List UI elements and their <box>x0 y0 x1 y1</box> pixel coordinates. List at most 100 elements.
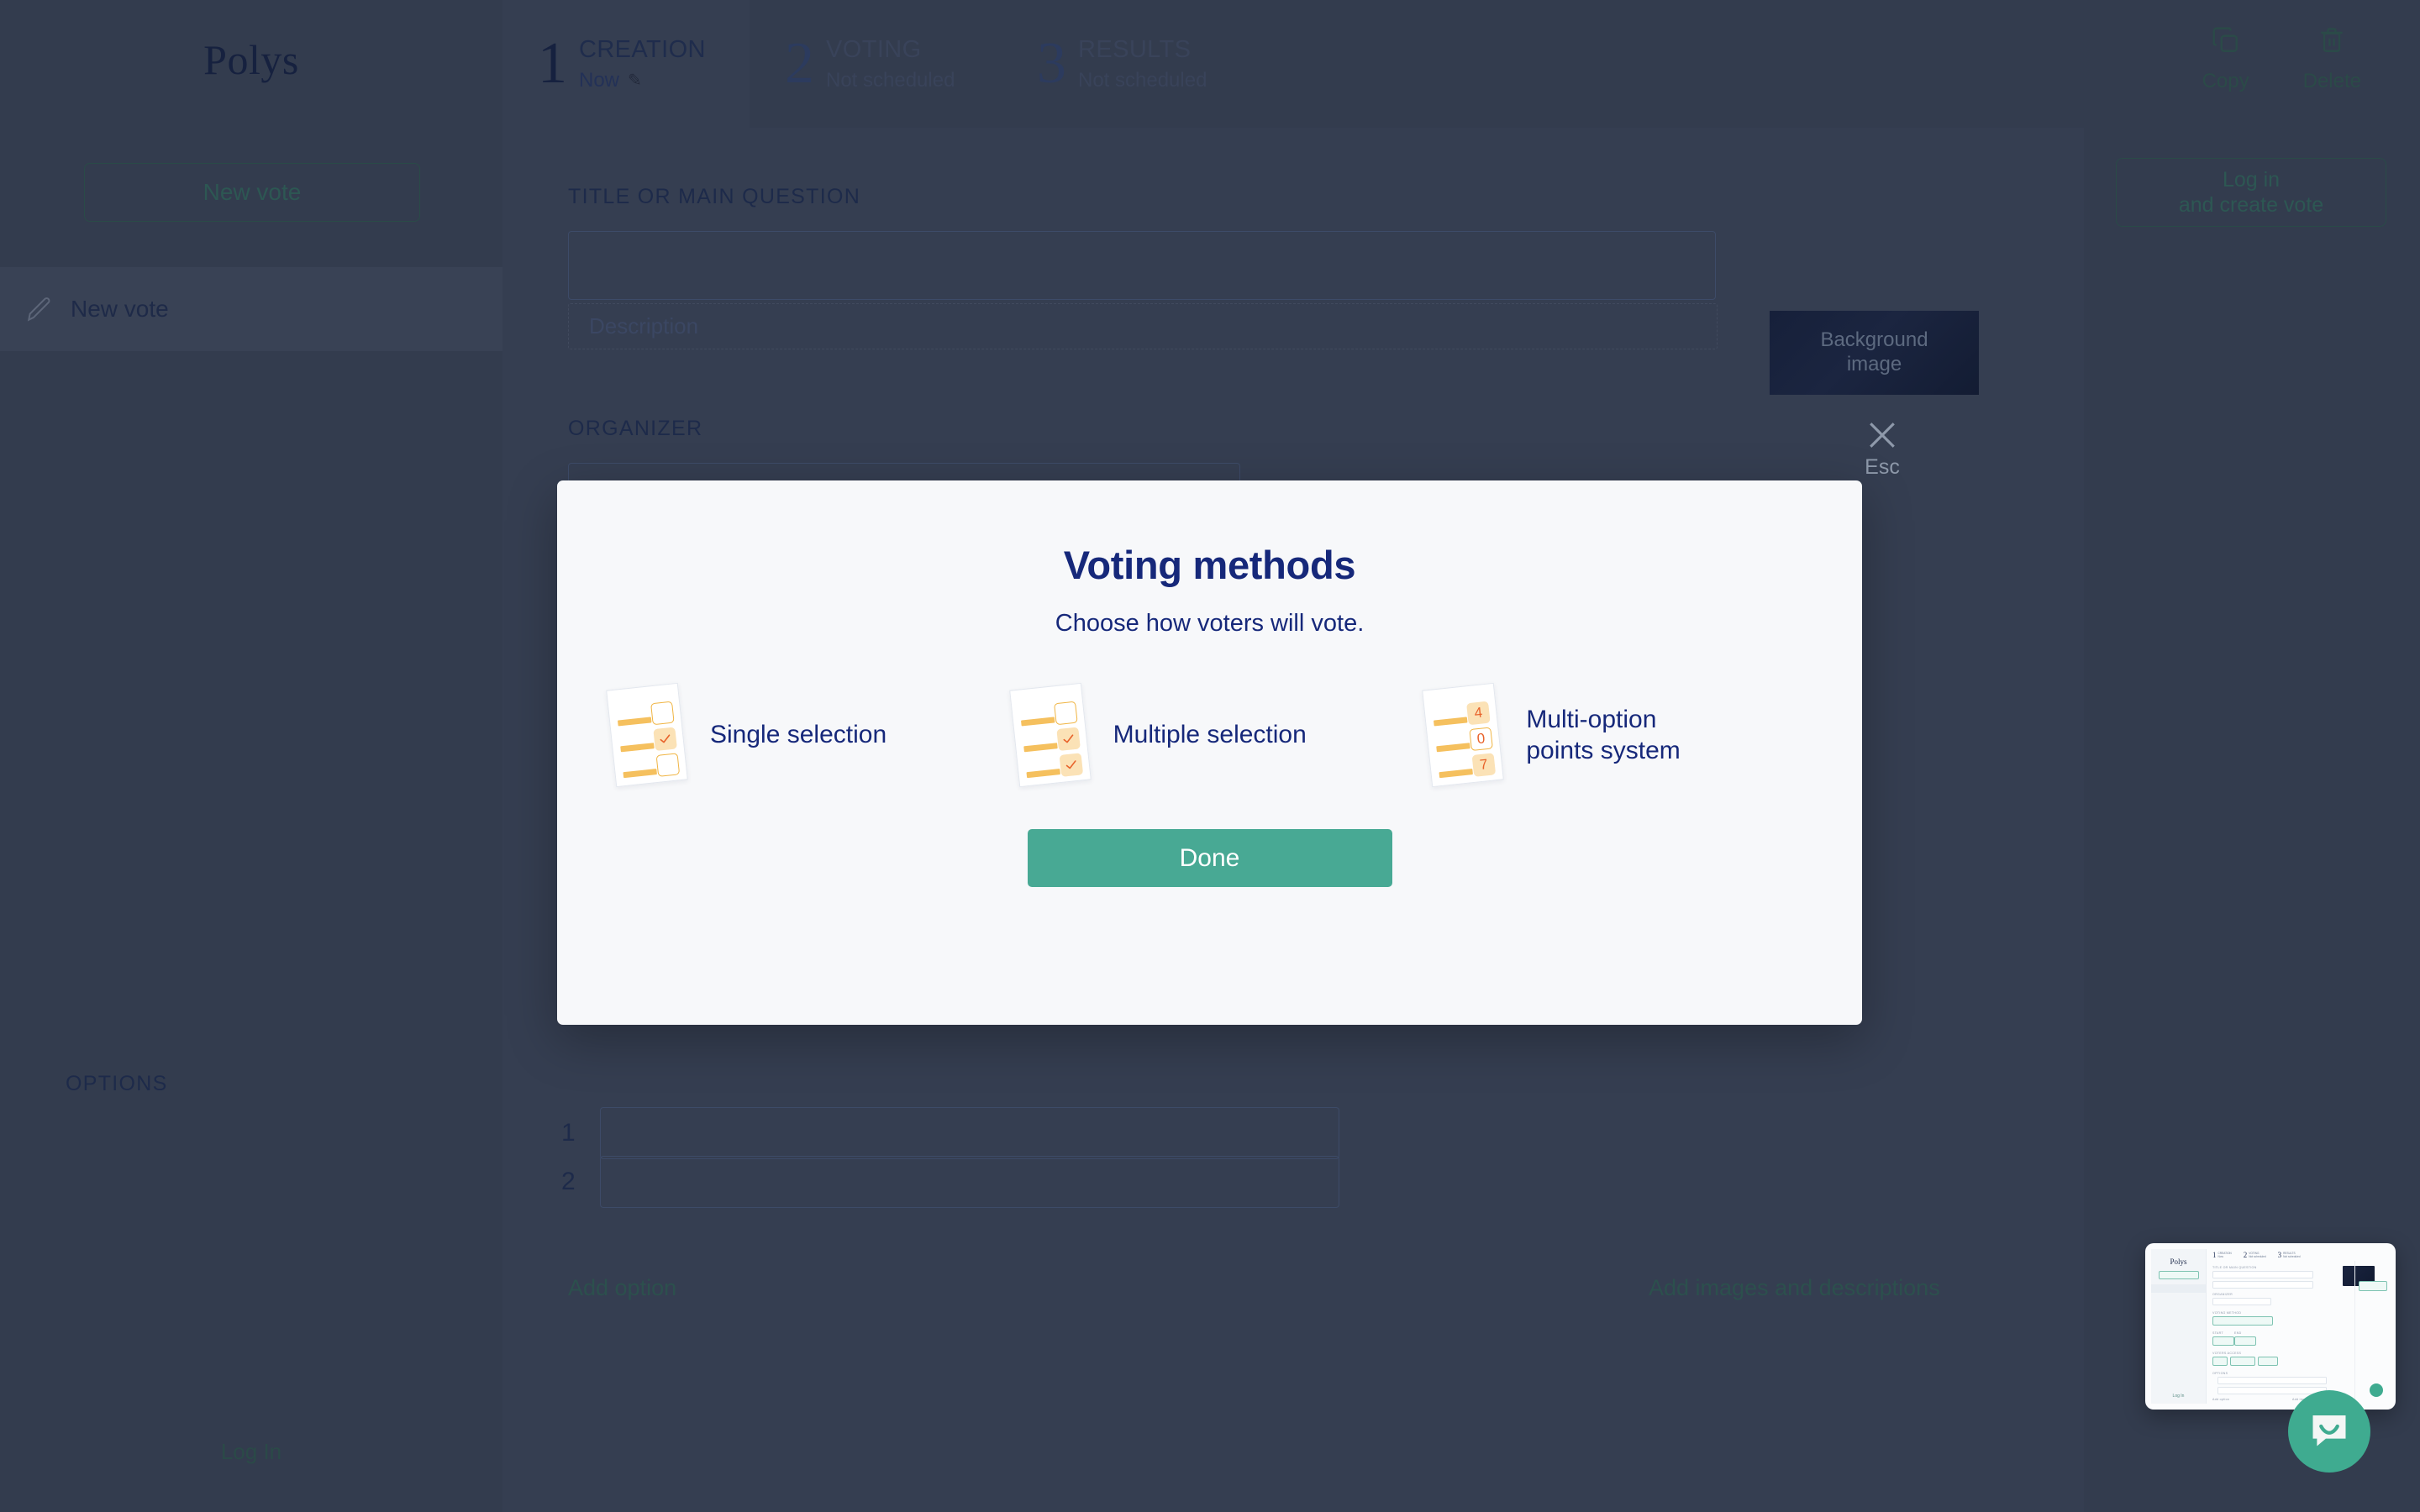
top-actions: Copy Delete <box>2202 25 2361 93</box>
thumbnail-description-input <box>2212 1281 2313 1289</box>
step-name: RESULTS <box>1078 35 1192 63</box>
thumbnail-option-2 <box>2217 1387 2327 1394</box>
done-button[interactable]: Done <box>1027 829 1392 887</box>
thumbnail-new-vote-button <box>2159 1271 2199 1279</box>
chat-bubble-icon <box>2307 1408 2351 1456</box>
thumbnail-sidebar-item <box>2151 1284 2206 1293</box>
thumbnail-start-label: START <box>2212 1331 2223 1335</box>
pencil-emoji-icon: ✎ <box>628 71 642 90</box>
thumbnail-title-label: TITLE OR MAIN QUESTION <box>2212 1266 2257 1269</box>
thumbnail-voting-method-label: VOTING METHOD <box>2212 1311 2242 1315</box>
option-input[interactable] <box>600 1156 1339 1208</box>
description-input[interactable]: Description <box>568 303 1718 349</box>
step-name: CREATION <box>579 35 706 63</box>
thumbnail-step-number: 3 <box>2277 1251 2282 1259</box>
method-label: Multiple selection <box>1113 721 1307 749</box>
method-label: Multi-option points system <box>1526 704 1680 767</box>
add-images-descriptions-link[interactable]: Add images and descriptions <box>1649 1275 1940 1301</box>
chat-preview-thumbnail[interactable]: Polys Log In 1 CREATION Now 2 VOTING Not sch… <box>2145 1243 2396 1410</box>
thumbnail-step-number: 1 <box>2212 1251 2217 1259</box>
close-modal-button[interactable]: Esc <box>1854 417 1910 480</box>
thumbnail-end-label: END <box>2234 1331 2242 1335</box>
step-name: VOTING <box>826 35 922 63</box>
background-image-uploader[interactable]: Background image <box>1770 311 1979 395</box>
copy-label: Copy <box>2202 70 2249 92</box>
thumbnail-end-date <box>2234 1336 2256 1346</box>
step-voting[interactable]: 2 VOTING Not scheduled <box>750 0 1002 128</box>
method-multiple-selection[interactable]: Multiple selection <box>1008 682 1399 788</box>
method-single-selection[interactable]: Single selection <box>606 682 996 788</box>
thumbnail-organizer-input <box>2212 1298 2271 1305</box>
title-input[interactable] <box>568 231 1716 300</box>
method-multi-option-points[interactable]: 4 0 7 Multi-option points system <box>1422 682 1812 788</box>
thumbnail-title-input <box>2212 1271 2313 1278</box>
thumbnail-step-status: Now <box>2217 1255 2223 1259</box>
step-navigation: 1 CREATION Now ✎ 2 VOTING Not scheduled … <box>502 0 2420 128</box>
step-number: 2 <box>785 31 814 96</box>
thumbnail-option-1 <box>2217 1377 2327 1384</box>
chat-launcher-button[interactable] <box>2288 1390 2370 1473</box>
step-results[interactable]: 3 RESULTS Not scheduled <box>1002 0 1254 128</box>
background-image-label-line2: image <box>1846 353 1902 375</box>
login-and-create-vote-button[interactable]: Log in and create vote <box>2116 158 2386 227</box>
checklist-single-icon <box>606 682 688 788</box>
thumbnail-add-option: Add option <box>2212 1398 2230 1401</box>
thumbnail-login: Log In <box>2172 1394 2185 1399</box>
thumbnail-login-create-button <box>2359 1281 2387 1291</box>
thumbnail-sidebar: Polys Log In <box>2151 1249 2207 1404</box>
thumbnail-brand: Polys <box>2170 1257 2187 1266</box>
step-creation[interactable]: 1 CREATION Now ✎ <box>502 0 750 128</box>
pencil-icon <box>25 295 54 323</box>
step-status: Not scheduled <box>1078 68 1207 92</box>
thumbnail-public-vote-chip <box>2258 1357 2278 1366</box>
option-index: 2 <box>561 1168 576 1195</box>
delete-label: Delete <box>2302 70 2361 92</box>
dialog-title: Voting methods <box>1063 543 1356 587</box>
thumbnail-step-status: Not scheduled <box>2283 1255 2301 1259</box>
copy-icon <box>2211 25 2241 61</box>
option-row: 1 <box>561 1107 1339 1159</box>
new-vote-button-label: New vote <box>203 179 302 205</box>
delete-button[interactable]: Delete <box>2303 25 2361 93</box>
thumbnail-step-number: 2 <box>2243 1251 2248 1259</box>
new-vote-button[interactable]: New vote <box>84 163 420 222</box>
add-option-link[interactable]: Add option <box>568 1275 676 1301</box>
thumbnail-options-label: OPTIONS <box>2212 1372 2228 1375</box>
title-field-label: TITLE OR MAIN QUESTION <box>568 185 861 208</box>
thumbnail-main: 1 CREATION Now 2 VOTING Not scheduled 3 RESUL… <box>2207 1249 2390 1404</box>
checklist-points-icon: 4 0 7 <box>1422 682 1505 788</box>
points-value: 0 <box>1476 730 1486 748</box>
option-index: 1 <box>561 1119 576 1147</box>
method-label: Single selection <box>710 721 887 749</box>
thumbnail-start-date <box>2212 1336 2234 1346</box>
sidebar-login-link[interactable]: Log In <box>0 1439 502 1465</box>
points-value: 7 <box>1479 756 1489 774</box>
option-row: 2 <box>561 1156 1339 1208</box>
dialog-subtitle: Choose how voters will vote. <box>1055 610 1365 637</box>
thumbnail-voters-access-label: VOTERS ACCESS <box>2212 1352 2242 1355</box>
organizer-field-label: ORGANIZER <box>568 417 703 440</box>
step-number: 1 <box>538 31 567 96</box>
close-x-icon <box>1864 417 1901 454</box>
step-status: Now <box>579 68 620 92</box>
method-label-line1: Multi-option <box>1526 705 1657 733</box>
thumbnail-voting-method-button <box>2212 1316 2273 1326</box>
step-number: 3 <box>1037 31 1066 96</box>
option-input[interactable] <box>600 1107 1339 1159</box>
sidebar-item-new-vote[interactable]: New vote <box>0 267 502 351</box>
thumbnail-step-status: Not scheduled <box>2249 1255 2266 1259</box>
sidebar: Polys New vote New vote Log In <box>0 0 502 1512</box>
description-placeholder: Description <box>589 313 699 339</box>
esc-label: Esc <box>1865 455 1900 479</box>
voting-methods-dialog: Voting methods Choose how voters will vo… <box>557 480 1862 1025</box>
thumbnail-steps: 1 CREATION Now 2 VOTING Not scheduled 3 RESUL… <box>2212 1252 2301 1259</box>
points-value: 4 <box>1473 704 1484 722</box>
copy-button[interactable]: Copy <box>2202 25 2249 93</box>
thumbnail-right-rail <box>2354 1261 2390 1404</box>
sidebar-item-label: New vote <box>71 296 169 322</box>
method-label-line2: points system <box>1526 737 1681 764</box>
thumbnail-organizer-label: ORGANIZER <box>2212 1293 2233 1296</box>
login-create-line1: Log in <box>2222 168 2281 192</box>
voting-method-options: Single selection Multiple selection 4 0 <box>557 682 1862 788</box>
checklist-multiple-icon <box>1008 682 1092 788</box>
